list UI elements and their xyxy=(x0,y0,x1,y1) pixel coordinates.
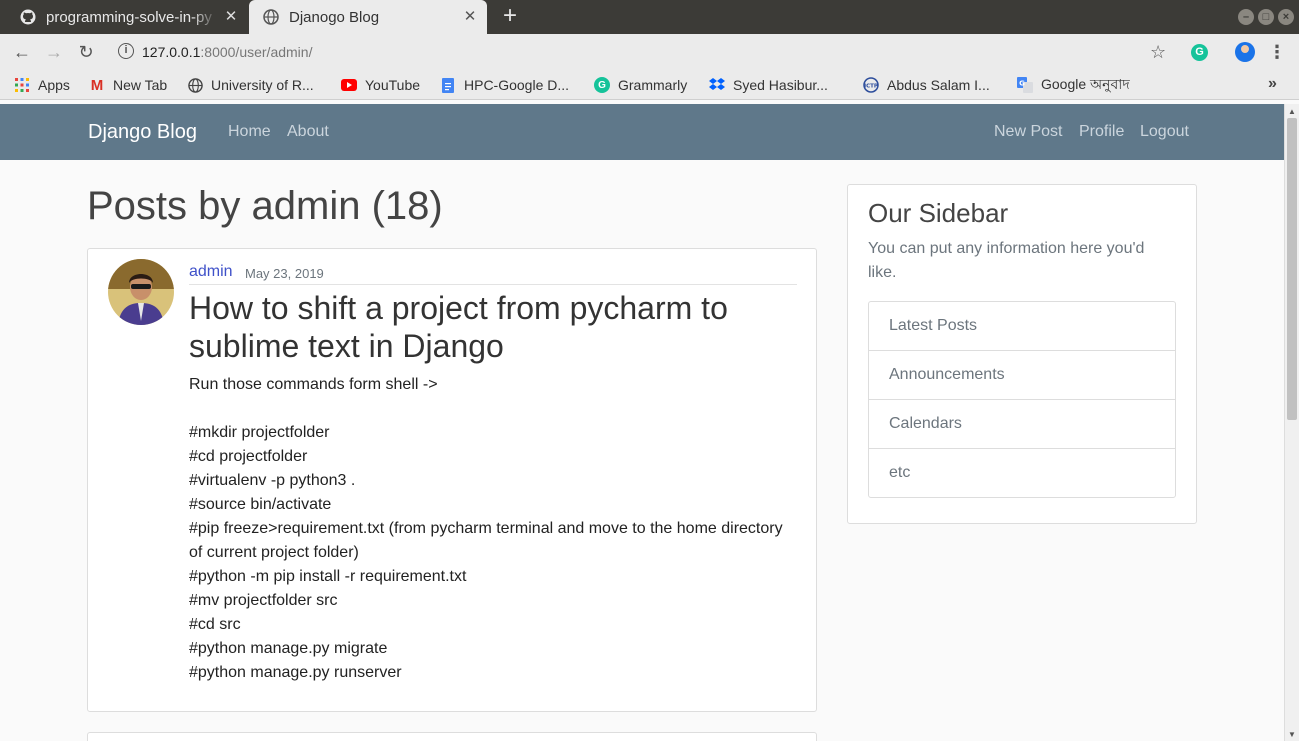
page-title: Posts by admin (18) xyxy=(87,184,443,228)
sidebar-list: Latest Posts Announcements Calendars etc xyxy=(868,301,1176,498)
post-content-line: #python manage.py runserver xyxy=(189,664,402,681)
sidebar-description: You can put any information here you'd l… xyxy=(868,240,1145,281)
site-navbar: Django Blog Home About New Post Profile … xyxy=(0,104,1284,160)
sidebar-item-calendars[interactable]: Calendars xyxy=(869,400,1175,449)
post-content-line: Run those commands form shell -> xyxy=(189,376,438,393)
bookmark-university[interactable]: University of R... xyxy=(187,76,314,94)
post-content-line: #mkdir projectfolder xyxy=(189,424,330,441)
bookmark-google-translate[interactable]: G Google অনুবাদ xyxy=(1017,76,1130,94)
brand-link[interactable]: Django Blog xyxy=(88,121,197,144)
bookmark-label: YouTube xyxy=(365,77,421,93)
new-tab-icon[interactable]: + xyxy=(498,4,522,29)
tab-title: programming-solve-in-py xyxy=(46,8,212,26)
bookmark-label: Apps xyxy=(38,77,70,93)
bookmark-star-icon[interactable]: ☆ xyxy=(1150,40,1166,64)
bookmark-hpc-google-docs[interactable]: HPC-Google D... xyxy=(440,76,569,94)
post-author-link[interactable]: admin xyxy=(189,263,233,281)
address-bar[interactable]: i 127.0.0.1:8000/user/admin/ xyxy=(108,38,1178,66)
back-icon[interactable]: ← xyxy=(10,40,34,64)
globe-icon xyxy=(263,9,279,25)
bookmark-grammarly[interactable]: G Grammarly xyxy=(594,76,687,94)
post-content-line: #cd src xyxy=(189,616,241,633)
post-title-link[interactable]: How to shift a project from pycharm to s… xyxy=(189,289,789,365)
apps-grid-icon xyxy=(14,77,30,93)
maximize-icon[interactable]: □ xyxy=(1258,9,1274,25)
bookmark-youtube[interactable]: YouTube xyxy=(341,76,420,94)
google-translate-icon: G xyxy=(1017,77,1033,93)
globe-icon xyxy=(187,77,203,93)
browser-menu-icon[interactable]: ⋮ xyxy=(1268,40,1286,64)
sidebar-title: Our Sidebar xyxy=(868,198,1009,228)
post-content: Run those commands form shell -> #mkdir … xyxy=(189,373,799,685)
scroll-up-icon[interactable]: ▲ xyxy=(1288,107,1296,116)
bookmark-label: Syed Hasibur... xyxy=(733,77,828,93)
next-post-card xyxy=(87,732,817,741)
post-content-line: #mv projectfolder src xyxy=(189,592,338,609)
reload-icon[interactable]: ↻ xyxy=(74,40,98,64)
web-page: Django Blog Home About New Post Profile … xyxy=(0,104,1284,741)
url-host: 127.0.0.1 xyxy=(142,44,201,60)
grammarly-extension-icon[interactable]: G xyxy=(1191,44,1208,61)
close-tab-icon[interactable]: ✕ xyxy=(461,8,479,26)
post-content-line xyxy=(189,397,799,421)
tab-github[interactable]: programming-solve-in-py ✕ xyxy=(6,0,248,34)
svg-text:ICTP: ICTP xyxy=(864,84,878,90)
profile-avatar-icon[interactable] xyxy=(1235,42,1255,62)
post-content-line: #python manage.py migrate xyxy=(189,640,388,657)
url-path: :8000/user/admin/ xyxy=(200,44,313,60)
bookmark-abdus-salam[interactable]: ICTP Abdus Salam I... xyxy=(863,76,990,94)
bookmarks-overflow-icon[interactable]: » xyxy=(1268,75,1277,93)
tab-strip: programming-solve-in-py ✕ Djanogo Blog ✕… xyxy=(0,0,1299,34)
sidebar-item-latest-posts[interactable]: Latest Posts xyxy=(869,302,1175,351)
bookmark-apps[interactable]: Apps xyxy=(14,76,70,94)
youtube-icon xyxy=(341,77,357,93)
post-content-line: #pip freeze>requirement.txt (from pychar… xyxy=(189,520,783,561)
bookmarks-bar: Apps M New Tab University of R... YouTub… xyxy=(0,70,1299,100)
bookmark-label: University of R... xyxy=(211,77,314,93)
close-tab-icon[interactable]: ✕ xyxy=(222,8,240,26)
post-meta: admin May 23, 2019 xyxy=(189,263,797,285)
ictp-icon: ICTP xyxy=(863,77,879,93)
tab-title: Djanogo Blog xyxy=(289,8,380,26)
url-text: 127.0.0.1:8000/user/admin/ xyxy=(142,44,312,60)
grammarly-icon: G xyxy=(594,77,610,93)
minimize-icon[interactable]: – xyxy=(1238,9,1254,25)
nav-home-link[interactable]: Home xyxy=(228,123,271,141)
post-content-line: #virtualenv -p python3 . xyxy=(189,472,356,489)
author-avatar xyxy=(108,259,174,325)
bookmark-label: Google অনুবাদ xyxy=(1041,76,1130,92)
bookmark-new-tab[interactable]: M New Tab xyxy=(89,76,167,94)
post-date: May 23, 2019 xyxy=(245,266,324,281)
post-card: admin May 23, 2019 How to shift a projec… xyxy=(87,248,817,712)
tab-django-blog[interactable]: Djanogo Blog ✕ xyxy=(249,0,487,34)
post-content-line: #cd projectfolder xyxy=(189,448,308,465)
close-window-icon[interactable]: × xyxy=(1278,9,1294,25)
github-icon xyxy=(20,9,36,25)
scrollbar-thumb[interactable] xyxy=(1287,118,1297,420)
bookmark-label: New Tab xyxy=(113,77,168,93)
scroll-down-icon[interactable]: ▼ xyxy=(1288,730,1296,739)
nav-new-post-link[interactable]: New Post xyxy=(994,123,1062,141)
nav-profile-link[interactable]: Profile xyxy=(1079,123,1124,141)
gmail-icon: M xyxy=(90,76,104,94)
bookmark-label: HPC-Google D... xyxy=(464,77,570,93)
svg-text:G: G xyxy=(1019,80,1025,88)
nav-logout-link[interactable]: Logout xyxy=(1140,123,1189,141)
sidebar: Our Sidebar You can put any information … xyxy=(847,184,1197,524)
browser-toolbar: ← → ↻ i 127.0.0.1:8000/user/admin/ ☆ G ⋮ xyxy=(0,34,1299,70)
google-docs-icon xyxy=(440,77,456,93)
page-scrollbar[interactable]: ▲ ▼ xyxy=(1284,104,1299,741)
bookmark-label: Grammarly xyxy=(618,77,688,93)
nav-about-link[interactable]: About xyxy=(287,123,329,141)
post-content-line: #python -m pip install -r requirement.tx… xyxy=(189,568,467,585)
dropbox-icon xyxy=(709,77,725,93)
bookmark-syed-hasibur[interactable]: Syed Hasibur... xyxy=(709,76,828,94)
sidebar-item-announcements[interactable]: Announcements xyxy=(869,351,1175,400)
sidebar-item-etc[interactable]: etc xyxy=(869,449,1175,497)
post-content-line: #source bin/activate xyxy=(189,496,332,513)
forward-icon[interactable]: → xyxy=(42,40,66,64)
bookmark-label: Abdus Salam I... xyxy=(887,77,990,93)
site-info-icon[interactable]: i xyxy=(118,43,134,59)
